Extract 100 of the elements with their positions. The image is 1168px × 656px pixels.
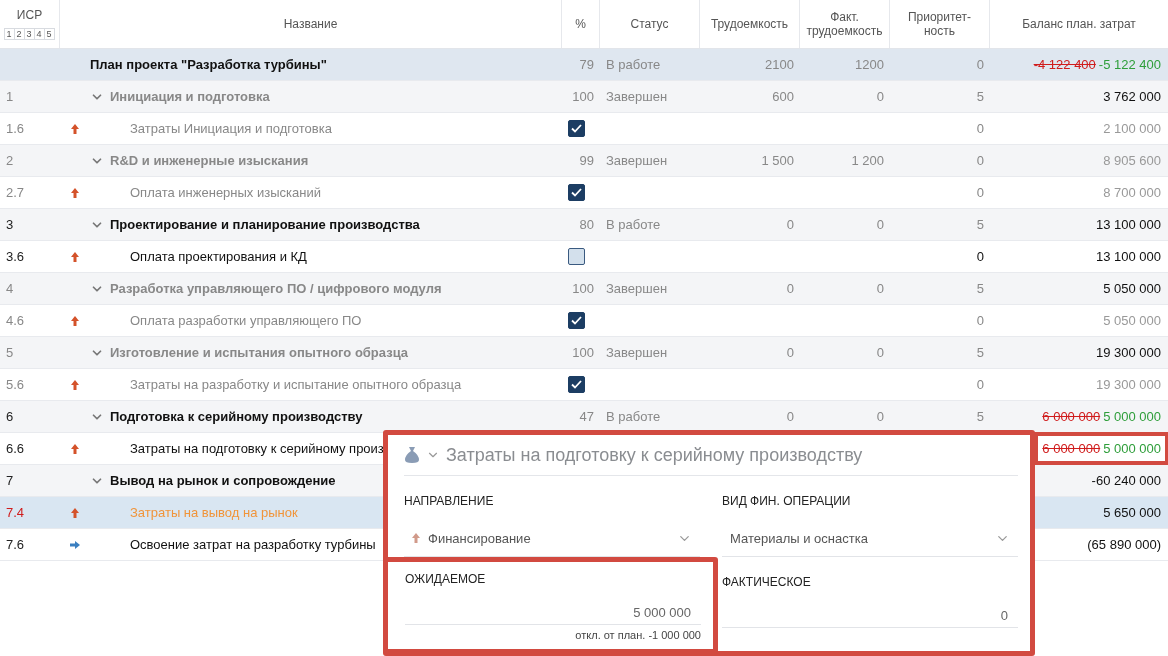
balance-value: 3 762 000 — [1103, 89, 1161, 104]
wbs-number: 2 — [6, 153, 14, 168]
balance-value: -60 240 000 — [1091, 473, 1161, 488]
priority-value: 0 — [976, 313, 984, 328]
priority-value: 0 — [976, 377, 984, 392]
task-name: Проектирование и планирование производства — [110, 217, 420, 232]
priority-value: 0 — [976, 121, 984, 136]
task-name: Изготовление и испытания опытного образца — [110, 345, 409, 360]
task-name: Затраты на вывод на рынок — [130, 505, 298, 520]
balance-value: 13 100 000 — [1095, 249, 1161, 264]
effort-value: 0 — [786, 217, 794, 232]
task-name: Разработка управляющего ПО / цифрового модуля — [110, 281, 442, 296]
percent-value: 80 — [579, 217, 594, 232]
balance-value: 19 300 000 — [1095, 377, 1161, 392]
status-text: Завершен — [606, 345, 668, 360]
status-text: Завершен — [606, 89, 668, 104]
wbs-number: 7 — [6, 473, 14, 488]
balance-value: 5 050 000 — [1103, 313, 1161, 328]
field-label: НАПРАВЛЕНИЕ — [404, 494, 495, 508]
priority-value: 5 — [976, 345, 984, 360]
task-name: Подготовка к серийному производству — [110, 409, 363, 424]
task-name: Затраты Инициация и подготовка — [130, 121, 332, 136]
column-header: Название — [60, 0, 562, 48]
task-name: Освоение затрат на разработку турбины — [130, 537, 376, 552]
task-name: Оплата разработки управляющего ПО — [130, 313, 362, 328]
old-balance: -4 122 400 — [1033, 57, 1096, 72]
actual-effort-value: 0 — [876, 409, 884, 424]
task-name: Затраты на подготовку к серийному произ — [130, 441, 384, 456]
task-name: Инициация и подготовка — [110, 89, 270, 104]
balance-value: 5 000 000 — [1103, 409, 1161, 424]
balance-value: (65 890 000) — [1087, 537, 1161, 552]
balance-value: -5 122 400 — [1098, 57, 1161, 72]
priority-value: 0 — [976, 153, 984, 168]
priority-value: 0 — [976, 185, 984, 200]
deviation-note: откл. от план. -1 000 000 — [574, 629, 701, 641]
field-label: ВИД ФИН. ОПЕРАЦИИ — [722, 494, 852, 508]
effort-value: 0 — [786, 409, 794, 424]
effort-value: 0 — [786, 345, 794, 360]
task-name: R&D и инженерные изыскания — [110, 153, 309, 168]
actual-effort-value: 0 — [876, 281, 884, 296]
percent-value: 100 — [572, 345, 594, 360]
column-header: ИСР — [16, 8, 43, 22]
field-label: ФАКТИЧЕСКОЕ — [722, 575, 812, 589]
actual-effort-value: 0 — [876, 345, 884, 360]
field-label: ОЖИДАЕМОЕ — [405, 572, 487, 586]
priority-value: 5 — [976, 89, 984, 104]
column-header: Факт. трудоемкость — [800, 0, 890, 48]
wbs-number: 2.7 — [6, 185, 25, 200]
column-header: Приоритет-ность — [890, 0, 990, 48]
status-text: Завершен — [606, 153, 668, 168]
percent-value: 99 — [579, 153, 594, 168]
wbs-number: 5.6 — [6, 377, 25, 392]
balance-value: 5 050 000 — [1103, 281, 1161, 296]
balance-value: 5 000 000 — [1103, 441, 1161, 456]
task-name: Вывод на рынок и сопровождение — [110, 473, 336, 488]
effort-value: 600 — [772, 89, 794, 104]
status-text: В работе — [606, 217, 661, 232]
status-text: Завершен — [606, 281, 668, 296]
percent-value: 79 — [579, 57, 594, 72]
effort-value: 2100 — [765, 57, 794, 72]
balance-value: 19 300 000 — [1095, 345, 1161, 360]
wbs-number: 6.6 — [6, 441, 25, 456]
wbs-number: 7.4 — [6, 505, 25, 520]
percent-value: 47 — [579, 409, 594, 424]
priority-value: 5 — [976, 409, 984, 424]
popup-title: Затраты на подготовку к серийному производству — [446, 444, 863, 466]
actual-effort-value: 1 200 — [851, 153, 884, 168]
task-name: Затраты на разработку и испытание опытного образца — [130, 377, 462, 392]
wbs-number: 1 — [6, 89, 14, 104]
status-text: В работе — [606, 409, 661, 424]
wbs-number: 4 — [6, 281, 14, 296]
balance-value: 8 905 600 — [1103, 153, 1161, 168]
priority-value: 0 — [976, 57, 984, 72]
wbs-number: 3.6 — [6, 249, 25, 264]
balance-value: 2 100 000 — [1103, 121, 1161, 136]
column-header: Статус — [600, 0, 700, 48]
wbs-number: 7.6 — [6, 537, 25, 552]
task-name: Оплата инженерных изысканий — [130, 185, 321, 200]
priority-value: 5 — [976, 217, 984, 232]
priority-value: 5 — [976, 281, 984, 296]
percent-value: 100 — [572, 89, 594, 104]
percent-value: 100 — [572, 281, 594, 296]
task-name: Оплата проектирования и КД — [130, 249, 307, 264]
priority-value: 0 — [976, 249, 984, 264]
balance-value: 5 650 000 — [1103, 505, 1161, 520]
wbs-number: 6 — [6, 409, 14, 424]
effort-value: 0 — [786, 281, 794, 296]
wbs-number: 3 — [6, 217, 14, 232]
balance-value: 8 700 000 — [1103, 185, 1161, 200]
actual-effort-value: 0 — [876, 217, 884, 232]
wbs-number: 4.6 — [6, 313, 25, 328]
old-balance: 6 000 000 — [1042, 441, 1101, 456]
old-balance: 6 000 000 — [1042, 409, 1101, 424]
actual-effort-value: 0 — [876, 89, 884, 104]
column-header: % — [562, 0, 600, 48]
column-header: Баланс план. затрат — [1021, 16, 1137, 33]
status-text: В работе — [606, 57, 661, 72]
task-name: План проекта "Разработка турбины" — [90, 57, 327, 72]
balance-value: 13 100 000 — [1095, 217, 1161, 232]
wbs-number: 1.6 — [6, 121, 25, 136]
